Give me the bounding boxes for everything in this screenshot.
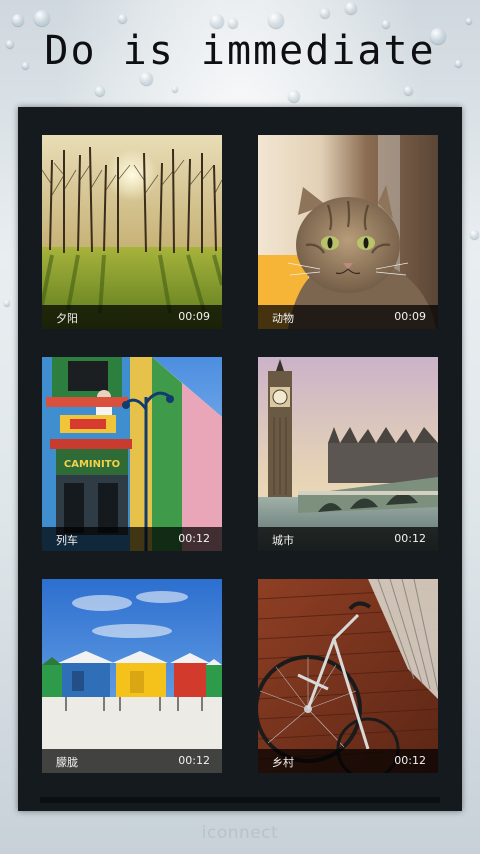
water-drop: [34, 10, 50, 26]
water-drop: [345, 2, 357, 14]
gallery-item-countryside[interactable]: 乡村 00:12: [258, 579, 438, 773]
colorful-street-photo: CAMINITO: [42, 357, 222, 551]
item-duration: 00:09: [178, 310, 210, 323]
bicycle-wall-photo: [258, 579, 438, 773]
gallery-item-hazy[interactable]: 朦胧 00:12: [42, 579, 222, 773]
item-title: 夕阳: [56, 312, 78, 325]
water-drop: [268, 12, 284, 28]
big-ben-city-photo: [258, 357, 438, 551]
water-drop: [4, 300, 10, 306]
water-drop: [118, 14, 127, 23]
beach-huts-photo: [42, 579, 222, 773]
water-drop: [382, 20, 390, 28]
cat-photo: [258, 135, 438, 329]
caption-bar: 城市 00:12: [258, 527, 438, 551]
caption-bar: 列车 00:12: [42, 527, 222, 551]
water-drop: [210, 14, 224, 28]
item-title: 动物: [272, 312, 294, 325]
gallery-item-train[interactable]: CAMINITO 列车 00:12: [42, 357, 222, 551]
gallery-item-city[interactable]: 城市 00:12: [258, 357, 438, 551]
brand-watermark: iconnect: [201, 823, 279, 843]
water-drop: [288, 90, 300, 102]
svg-text:CAMINITO: CAMINITO: [64, 459, 120, 470]
item-title: 列车: [56, 534, 78, 547]
water-drop: [320, 8, 330, 18]
water-drop: [12, 14, 24, 26]
item-duration: 00:12: [394, 754, 426, 767]
water-drop: [172, 86, 178, 92]
item-duration: 00:12: [394, 532, 426, 545]
item-duration: 00:12: [178, 754, 210, 767]
panel-divider: [40, 797, 440, 803]
caption-bar: 朦胧 00:12: [42, 749, 222, 773]
water-drop: [95, 86, 105, 96]
item-title: 城市: [272, 534, 294, 547]
water-drop: [470, 230, 479, 239]
page-title: Do is immediate: [44, 28, 436, 74]
caption-bar: 夕阳 00:09: [42, 305, 222, 329]
item-duration: 00:09: [394, 310, 426, 323]
caption-bar: 动物 00:09: [258, 305, 438, 329]
item-title: 乡村: [272, 756, 294, 769]
gallery-item-sunset[interactable]: 夕阳 00:09: [42, 135, 222, 329]
water-drop: [404, 86, 413, 95]
sunset-forest-photo: [42, 135, 222, 329]
water-drop: [228, 18, 238, 28]
water-drop: [466, 18, 472, 24]
item-title: 朦胧: [56, 756, 78, 769]
caption-bar: 乡村 00:12: [258, 749, 438, 773]
gallery-item-animal[interactable]: 动物 00:09: [258, 135, 438, 329]
item-duration: 00:12: [178, 532, 210, 545]
